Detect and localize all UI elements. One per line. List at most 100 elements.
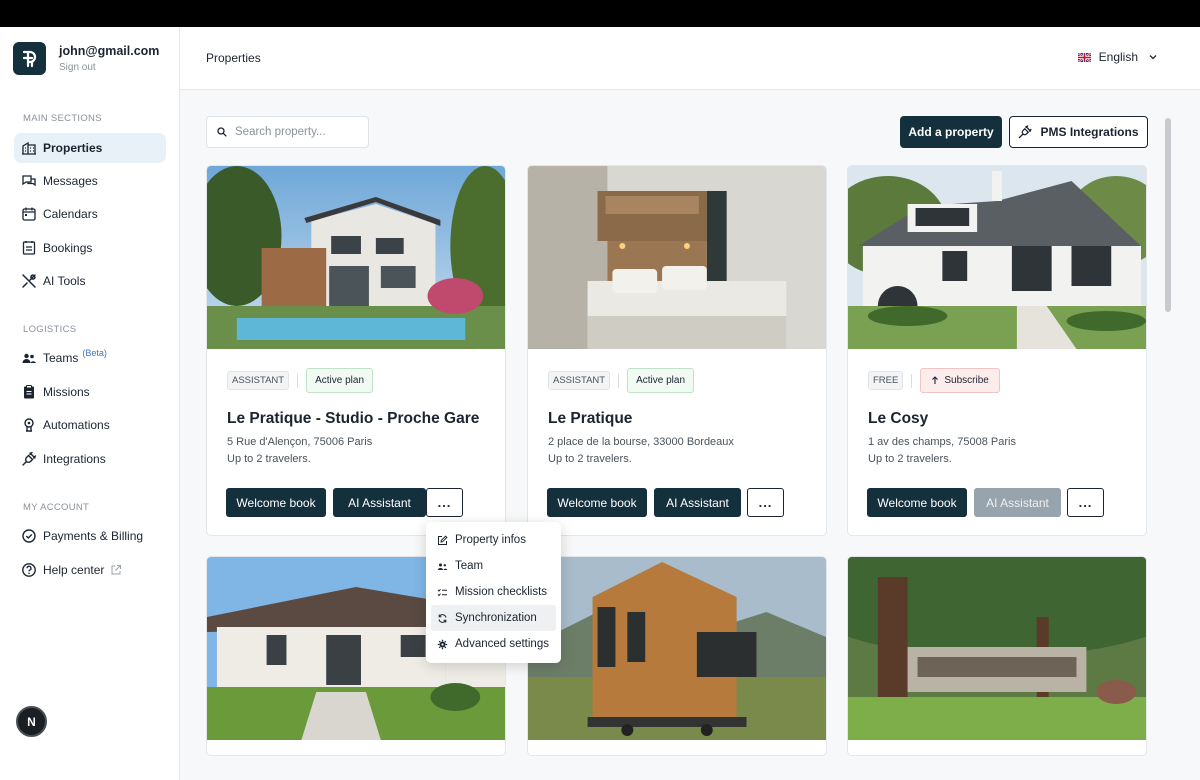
- upload-icon: [932, 376, 939, 384]
- options-dropdown: Property infos Team Mission checklists S…: [426, 522, 561, 663]
- sidebar-item-label: Bookings: [43, 241, 93, 255]
- logo-icon: [22, 50, 36, 67]
- menu-item-synchronization[interactable]: Synchronization: [431, 605, 556, 631]
- language-selector[interactable]: English: [1077, 50, 1158, 64]
- sidebar-item-missions[interactable]: Missions: [14, 377, 166, 407]
- more-options-button[interactable]: ...: [1067, 488, 1104, 517]
- menu-item-label: Team: [455, 560, 484, 572]
- menu-item-label: Advanced settings: [455, 638, 549, 650]
- sidebar-item-label: Automations: [43, 418, 110, 432]
- search-box[interactable]: [206, 116, 369, 148]
- sync-icon: [437, 613, 448, 624]
- beta-badge: (Beta): [82, 348, 107, 358]
- property-photo: [528, 557, 826, 740]
- sidebar-item-label: Payments & Billing: [43, 529, 144, 543]
- sidebar-item-automations[interactable]: Automations: [14, 410, 166, 440]
- search-input[interactable]: [235, 126, 355, 138]
- sidebar-item-label: Integrations: [43, 452, 106, 466]
- welcome-book-button[interactable]: Welcome book: [547, 488, 647, 517]
- page-title: Properties: [206, 51, 261, 65]
- help-icon: [20, 562, 37, 579]
- menu-item-label: Synchronization: [455, 612, 537, 624]
- card-tags: FREE Subscribe: [868, 368, 1000, 393]
- chat-icon: [20, 173, 37, 190]
- card-tags: ASSISTANT Active plan: [227, 368, 374, 393]
- clipboard-icon: [20, 384, 37, 401]
- top-black-bar: [0, 0, 1200, 27]
- property-title: Le Pratique: [548, 410, 633, 427]
- building-icon: [20, 140, 37, 157]
- external-link-icon: [110, 564, 122, 576]
- property-address: 1 av des champs, 75008 Paris: [868, 436, 1016, 448]
- tag-divider: [618, 373, 620, 388]
- section-title-logistics: LOGISTICS: [23, 324, 77, 335]
- bookings-icon: [20, 240, 37, 257]
- property-card: FREE Subscribe Le Cosy 1 av des champs, …: [847, 165, 1147, 536]
- property-title: Le Cosy: [868, 410, 929, 427]
- scrollbar[interactable]: [1165, 118, 1171, 312]
- card-tags: ASSISTANT Active plan: [548, 368, 695, 393]
- ai-assistant-button[interactable]: AI Assistant: [333, 488, 426, 517]
- menu-item-property-infos[interactable]: Property infos: [431, 527, 556, 553]
- welcome-book-button[interactable]: Welcome book: [867, 488, 967, 517]
- sidebar-item-label: Teams: [43, 351, 79, 365]
- team-icon: [437, 561, 448, 572]
- property-card: ASSISTANT Active plan Le Pratique 2 plac…: [527, 165, 827, 536]
- ai-assistant-button[interactable]: AI Assistant: [654, 488, 741, 517]
- subscribe-label: Subscribe: [944, 375, 989, 386]
- sidebar-item-bookings[interactable]: Bookings: [14, 233, 166, 263]
- robot-icon: [20, 417, 37, 434]
- tag-divider: [297, 373, 299, 388]
- sidebar-item-ai-tools[interactable]: AI Tools: [14, 266, 166, 296]
- signout-link[interactable]: Sign out: [59, 62, 96, 73]
- sidebar-item-label: Calendars: [43, 207, 98, 221]
- menu-item-advanced-settings[interactable]: Advanced settings: [431, 631, 556, 657]
- plan-badge: ASSISTANT: [227, 371, 290, 390]
- tools-icon: [20, 273, 37, 290]
- menu-item-team[interactable]: Team: [431, 553, 556, 579]
- plug-icon: [20, 451, 37, 468]
- floating-avatar[interactable]: N: [16, 706, 47, 737]
- calendar-icon: [20, 206, 37, 223]
- property-photo: [848, 166, 1146, 349]
- property-card: [527, 556, 827, 756]
- user-email: john@gmail.com: [59, 44, 160, 58]
- people-icon: [20, 350, 37, 367]
- sidebar-item-calendars[interactable]: Calendars: [14, 199, 166, 229]
- property-photo: [528, 166, 826, 349]
- section-title-main: MAIN SECTIONS: [23, 113, 102, 124]
- pms-integrations-button[interactable]: PMS Integrations: [1009, 116, 1148, 148]
- plan-badge: FREE: [868, 371, 904, 390]
- sidebar-item-payments[interactable]: Payments & Billing: [14, 521, 166, 551]
- search-icon: [217, 127, 227, 137]
- welcome-book-button[interactable]: Welcome book: [226, 488, 326, 517]
- pms-integrations-label: PMS Integrations: [1040, 125, 1139, 139]
- more-options-button[interactable]: ...: [426, 488, 463, 517]
- sidebar-item-teams[interactable]: Teams (Beta): [14, 343, 166, 373]
- property-card: [847, 556, 1147, 756]
- property-travelers: Up to 2 travelers.: [868, 453, 952, 465]
- sidebar: john@gmail.com Sign out MAIN SECTIONS Pr…: [0, 27, 180, 780]
- menu-item-mission-checklists[interactable]: Mission checklists: [431, 579, 556, 605]
- shield-check-icon: [20, 528, 37, 545]
- subscribe-badge[interactable]: Subscribe: [920, 368, 1000, 393]
- property-title: Le Pratique - Studio - Proche Gare: [227, 410, 480, 427]
- plan-badge: ASSISTANT: [548, 371, 611, 390]
- menu-item-label: Property infos: [455, 534, 526, 546]
- sidebar-item-help[interactable]: Help center: [14, 555, 166, 585]
- sidebar-item-label: Missions: [43, 385, 90, 399]
- plug-icon: [1019, 125, 1033, 139]
- app-logo[interactable]: [13, 42, 46, 75]
- property-travelers: Up to 2 travelers.: [227, 453, 311, 465]
- ai-assistant-button-disabled[interactable]: AI Assistant: [974, 488, 1061, 517]
- sidebar-item-properties[interactable]: Properties: [14, 133, 166, 163]
- gear-icon: [437, 639, 448, 650]
- section-title-account: MY ACCOUNT: [23, 502, 90, 513]
- language-label: English: [1098, 50, 1138, 64]
- more-options-button[interactable]: ...: [747, 488, 784, 517]
- add-property-button[interactable]: Add a property: [900, 116, 1002, 148]
- status-badge: Active plan: [306, 368, 374, 393]
- property-photo: [207, 166, 505, 349]
- sidebar-item-integrations[interactable]: Integrations: [14, 444, 166, 474]
- sidebar-item-messages[interactable]: Messages: [14, 166, 166, 196]
